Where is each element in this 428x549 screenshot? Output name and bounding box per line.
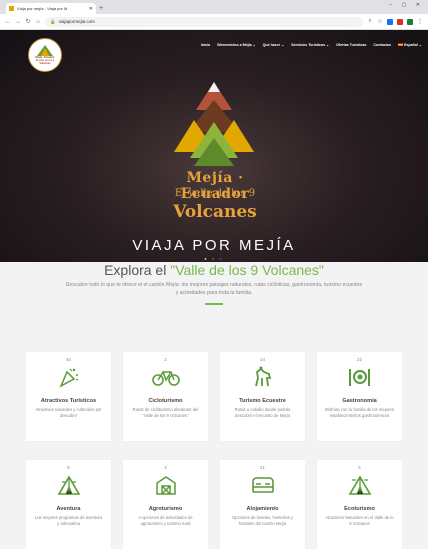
nav-item-inicio[interactable]: Inicio <box>201 43 210 47</box>
card-alojamiento[interactable]: 21 Alojamiento Opciones de hoteles, host… <box>220 460 305 549</box>
card-ecoturismo[interactable]: 5 Ecoturismo Atractivos Naturales en el … <box>317 460 402 549</box>
explore-section: Explora el "Valle de los 9 Volcanes" Des… <box>0 262 428 305</box>
card-title: Turismo Ecuestre <box>239 398 286 404</box>
card-count: 8 <box>67 465 70 470</box>
card-title: Cicloturismo <box>148 398 183 404</box>
lock-icon: 🔒 <box>50 18 56 24</box>
card-count: 4 <box>164 465 167 470</box>
forward-icon[interactable]: → <box>15 19 21 25</box>
browser-tab-strip: Viaja por mejía - Viaja por M ✕ + – ▢ ✕ <box>0 0 428 14</box>
logo-line3: Volcanes <box>39 62 51 65</box>
farm-icon <box>123 472 208 498</box>
card-count: 40 <box>66 357 71 362</box>
url-field[interactable]: 🔒 viajapormejia.com <box>45 16 363 27</box>
card-desc: Rutas a caballo donde podrás descubrir e… <box>234 407 291 418</box>
extension-icon[interactable] <box>387 18 393 25</box>
card-count: 3 <box>164 357 167 362</box>
card-gastronomia[interactable]: 22 Gastronomía Disfruta con tu familia d… <box>317 352 402 441</box>
tab-title: Viaja por mejía - Viaja por M <box>17 6 68 11</box>
card-desc: Atractivos naturales y culturales por de… <box>35 407 102 418</box>
hero-slogan: VIAJA POR MEJÍA <box>132 237 296 254</box>
card-desc: Rutas de cicloturismo alrededor del "Val… <box>132 407 199 418</box>
card-desc: A opciones de actividades de agroturismo… <box>138 515 193 526</box>
section-divider <box>205 303 223 305</box>
hero-section: Mejía · Ecuador El valle de los 9 Volcan… <box>0 30 428 262</box>
volcano-illustration <box>174 82 254 166</box>
card-atractivos[interactable]: 40 Atractivos Turísticos Atractivos natu… <box>26 352 111 441</box>
card-count: 5 <box>358 465 361 470</box>
nav-item-servicios[interactable]: Servicios Turísticos ⌄ <box>291 43 329 47</box>
explore-title: Explora el "Valle de los 9 Volcanes" <box>104 262 324 278</box>
nav-item-que-hacer[interactable]: Qué hacer ⌄ <box>263 43 285 47</box>
nav-item-bienvenidos[interactable]: Bienvenidos a Mejía ⌄ <box>217 43 255 47</box>
nav-item-language[interactable]: Español ⌄ <box>398 43 422 47</box>
nav-item-ofertas[interactable]: Ofertas Turísticas <box>336 43 366 47</box>
menu-icon[interactable]: ⋮ <box>417 18 423 25</box>
search-icon[interactable]: ⌕ <box>367 18 373 25</box>
card-desc: Atractivos Naturales en el Valle de lo 9… <box>325 515 394 526</box>
camping-icon <box>26 472 111 498</box>
site-logo[interactable]: Mejía · Ecuador El valle de los 9 Volcan… <box>28 38 62 72</box>
spain-flag-icon <box>398 43 403 46</box>
card-desc: Disfruta con tu familia de los mejores e… <box>325 407 394 418</box>
card-count: 14 <box>260 357 265 362</box>
card-title: Ecoturismo <box>344 506 375 512</box>
favicon-icon <box>9 6 14 11</box>
card-title: Atractivos Turísticos <box>40 398 97 404</box>
hero-brand-line2: El valle de los 9 <box>174 188 256 199</box>
card-count: 21 <box>260 465 265 470</box>
extension-icon[interactable] <box>407 18 413 25</box>
extension-icon[interactable] <box>397 18 403 25</box>
address-bar: ← → ↻ ⌂ 🔒 viajapormejia.com ⌕ ☆ ⋮ <box>0 14 428 30</box>
card-count: 22 <box>357 357 362 362</box>
card-aventura[interactable]: 8 Aventura Los mejores programas de aven… <box>26 460 111 549</box>
window-controls[interactable]: – ▢ ✕ <box>390 2 424 8</box>
star-icon[interactable]: ☆ <box>377 18 383 25</box>
category-cards: 40 Atractivos Turísticos Atractivos natu… <box>26 352 402 549</box>
url-text: viajapormejia.com <box>58 19 95 24</box>
hero-brand-line3: Volcanes <box>173 202 257 222</box>
home-icon[interactable]: ⌂ <box>35 19 41 25</box>
card-desc: Opciones de hoteles, hosterías y hostale… <box>232 515 293 526</box>
bed-icon <box>220 472 305 498</box>
tent-icon <box>317 472 402 498</box>
card-title: Gastronomía <box>342 398 377 404</box>
slider-dots[interactable]: ● ○ ○ <box>0 256 428 261</box>
dining-icon <box>317 364 402 390</box>
card-title: Agroturismo <box>148 506 183 512</box>
new-tab-icon[interactable]: + <box>99 4 103 14</box>
party-icon <box>26 364 111 390</box>
card-desc: Los mejores programas de aventura y adre… <box>34 515 103 526</box>
main-navigation: Inicio Bienvenidos a Mejía ⌄ Qué hacer ⌄… <box>201 43 422 47</box>
logo-mountain-icon <box>37 45 53 56</box>
card-agroturismo[interactable]: 4 Agroturismo A opciones de actividades … <box>123 460 208 549</box>
browser-tab[interactable]: Viaja por mejía - Viaja por M ✕ <box>6 3 96 14</box>
card-cicloturismo[interactable]: 3 Cicloturismo Rutas de cicloturismo alr… <box>123 352 208 441</box>
card-title: Alojamiento <box>246 506 279 512</box>
card-title: Aventura <box>56 506 81 512</box>
back-icon[interactable]: ← <box>5 19 11 25</box>
nav-item-contactos[interactable]: Contactos <box>373 43 391 47</box>
reload-icon[interactable]: ↻ <box>25 18 31 25</box>
close-tab-icon[interactable]: ✕ <box>89 6 93 12</box>
bicycle-icon <box>123 364 208 390</box>
card-ecuestre[interactable]: 14 Turismo Ecuestre Rutas a caballo dond… <box>220 352 305 441</box>
explore-subtitle: Descubre todo lo que te ofrece el el can… <box>65 282 363 296</box>
horse-icon <box>220 364 305 390</box>
